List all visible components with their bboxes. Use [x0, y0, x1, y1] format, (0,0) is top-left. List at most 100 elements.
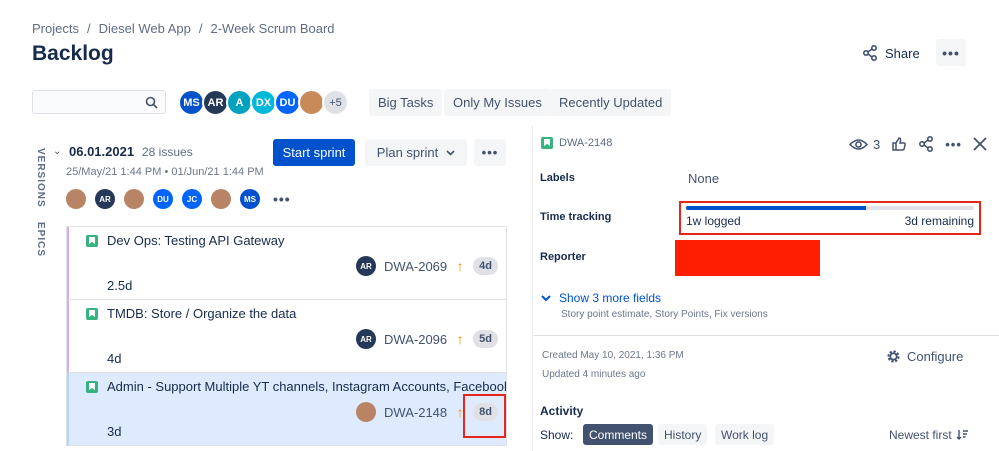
gear-icon — [887, 350, 900, 363]
filter-big-tasks[interactable]: Big Tasks — [369, 89, 443, 116]
sprint-issue-count: 28 issues — [142, 145, 193, 159]
sort-newest-first[interactable]: Newest first — [889, 428, 969, 442]
estimate-badge: 4d — [473, 257, 498, 275]
sort-icon — [956, 430, 968, 440]
avatar[interactable]: MS — [178, 89, 205, 116]
chevron-down-icon — [446, 149, 455, 156]
plan-sprint-label: Plan sprint — [376, 145, 439, 160]
updated-date: Updated 4 minutes ago — [542, 369, 646, 380]
avatar[interactable]: A — [226, 89, 253, 116]
issue-key[interactable]: DWA-2069 — [384, 259, 447, 274]
avatar[interactable] — [211, 189, 231, 209]
avatar[interactable]: JC — [182, 189, 202, 209]
assignee-avatar[interactable]: AR — [356, 329, 377, 349]
sprint-assignees: AR DU JC MS ••• — [66, 189, 291, 209]
time-tracking-fill — [686, 206, 866, 210]
tab-history[interactable]: History — [658, 424, 708, 445]
avatar[interactable] — [298, 89, 325, 116]
page-title: Backlog — [32, 42, 114, 65]
chevron-down-icon[interactable]: ⌄ — [53, 146, 61, 157]
issue-key[interactable]: DWA-2096 — [384, 332, 447, 347]
search-field[interactable] — [32, 90, 166, 114]
issue-list: Dev Ops: Testing API Gateway AR DWA-2069 ↑ 4… — [66, 226, 507, 446]
issue-key[interactable]: DWA-2148 — [384, 405, 447, 420]
created-date: Created May 10, 2021, 1:36 PM — [542, 350, 684, 361]
story-icon — [86, 381, 98, 393]
panel-divider — [532, 125, 533, 451]
avatar[interactable] — [124, 189, 144, 209]
estimate-badge: 8d — [473, 403, 498, 421]
time-tracking-field[interactable]: 1w logged 3d remaining — [686, 206, 974, 228]
avatar[interactable]: MS — [240, 189, 260, 209]
chevron-down-icon — [541, 294, 551, 301]
story-icon — [541, 137, 553, 149]
avatar[interactable]: AR — [95, 189, 115, 209]
breadcrumb-projects[interactable]: Projects — [32, 21, 79, 36]
start-sprint-button[interactable]: Start sprint — [273, 139, 355, 166]
issue-meta: AR DWA-2069 ↑ 4d — [356, 256, 498, 276]
breadcrumb-board[interactable]: 2-Week Scrum Board — [210, 21, 334, 36]
plan-sprint-button[interactable]: Plan sprint — [365, 139, 467, 166]
share-icon — [862, 45, 877, 61]
configure-button[interactable]: Configure — [886, 349, 963, 364]
priority-high-icon: ↑ — [456, 404, 464, 420]
watchers-button[interactable]: 3 — [849, 137, 880, 152]
close-icon[interactable] — [973, 137, 987, 151]
issue-summary: Admin - Support Multiple YT channels, In… — [107, 379, 506, 394]
breadcrumb-project[interactable]: Diesel Web App — [99, 21, 191, 36]
avatar[interactable] — [66, 189, 86, 209]
eye-icon — [849, 138, 868, 150]
avatar[interactable]: DU — [153, 189, 173, 209]
assignee-filter: MS AR A DX DU +5 — [178, 89, 349, 116]
more-icon[interactable]: ••• — [945, 137, 962, 152]
activity-title: Activity — [540, 404, 584, 418]
share-label: Share — [885, 45, 920, 61]
filter-recently-updated[interactable]: Recently Updated — [550, 89, 672, 116]
issue-row[interactable]: Dev Ops: Testing API Gateway AR DWA-2069 ↑ 4… — [67, 227, 506, 300]
share-button[interactable]: Share — [862, 40, 920, 66]
issue-row[interactable]: Admin - Support Multiple YT channels, In… — [67, 373, 506, 446]
time-logged: 1w logged — [686, 214, 741, 228]
activity-show-label: Show: — [540, 428, 574, 442]
epics-tab[interactable]: EPICS — [35, 222, 46, 257]
more-actions-button[interactable]: ••• — [936, 39, 966, 66]
sort-label: Newest first — [889, 428, 952, 442]
filter-only-my-issues[interactable]: Only My Issues — [444, 89, 551, 116]
labels-value[interactable]: None — [688, 171, 719, 186]
assignee-avatar[interactable] — [356, 402, 377, 422]
time-remaining: 3d remaining — [904, 214, 974, 228]
breadcrumb: Projects / Diesel Web App/2-Week Scrum Boa… — [32, 21, 335, 36]
time-spent: 3d — [107, 424, 122, 439]
reporter-redacted — [675, 240, 820, 276]
search-icon — [145, 96, 158, 109]
sprint-more-button[interactable]: ••• — [474, 139, 506, 166]
show-more-fields-button[interactable]: Show 3 more fields — [541, 291, 661, 305]
priority-high-icon: ↑ — [456, 331, 464, 347]
section-divider — [533, 335, 999, 336]
more-avatars-button[interactable]: +5 — [322, 89, 349, 116]
sprint-dates: 25/May/21 1:44 PM • 01/Jun/21 1:44 PM — [66, 166, 264, 178]
tab-comments[interactable]: Comments — [583, 424, 654, 445]
more-assignees-button[interactable]: ••• — [273, 191, 291, 207]
assignee-avatar[interactable]: AR — [356, 256, 377, 276]
issue-summary: TMDB: Store / Organize the data — [107, 306, 297, 321]
sprint-name: 06.01.2021 — [69, 144, 135, 159]
detail-issue-key[interactable]: DWA-2148 — [541, 137, 612, 149]
priority-high-icon: ↑ — [456, 258, 464, 274]
story-icon — [86, 308, 98, 320]
tab-work-log[interactable]: Work log — [715, 424, 775, 445]
time-spent: 4d — [107, 351, 122, 366]
time-spent: 2.5d — [107, 278, 133, 293]
avatar[interactable]: DU — [274, 89, 301, 116]
show-more-fields-label: Show 3 more fields — [559, 291, 662, 305]
configure-label: Configure — [907, 349, 964, 364]
share-icon[interactable] — [918, 136, 934, 152]
avatar[interactable]: AR — [202, 89, 229, 116]
labels-label: Labels — [540, 172, 575, 184]
estimate-badge: 5d — [473, 330, 498, 348]
detail-actions: 3 ••• — [849, 136, 987, 152]
avatar[interactable]: DX — [250, 89, 277, 116]
issue-row[interactable]: TMDB: Store / Organize the data AR DWA-209… — [67, 300, 506, 373]
thumbs-up-icon[interactable] — [891, 136, 907, 152]
versions-tab[interactable]: VERSIONS — [35, 148, 46, 208]
